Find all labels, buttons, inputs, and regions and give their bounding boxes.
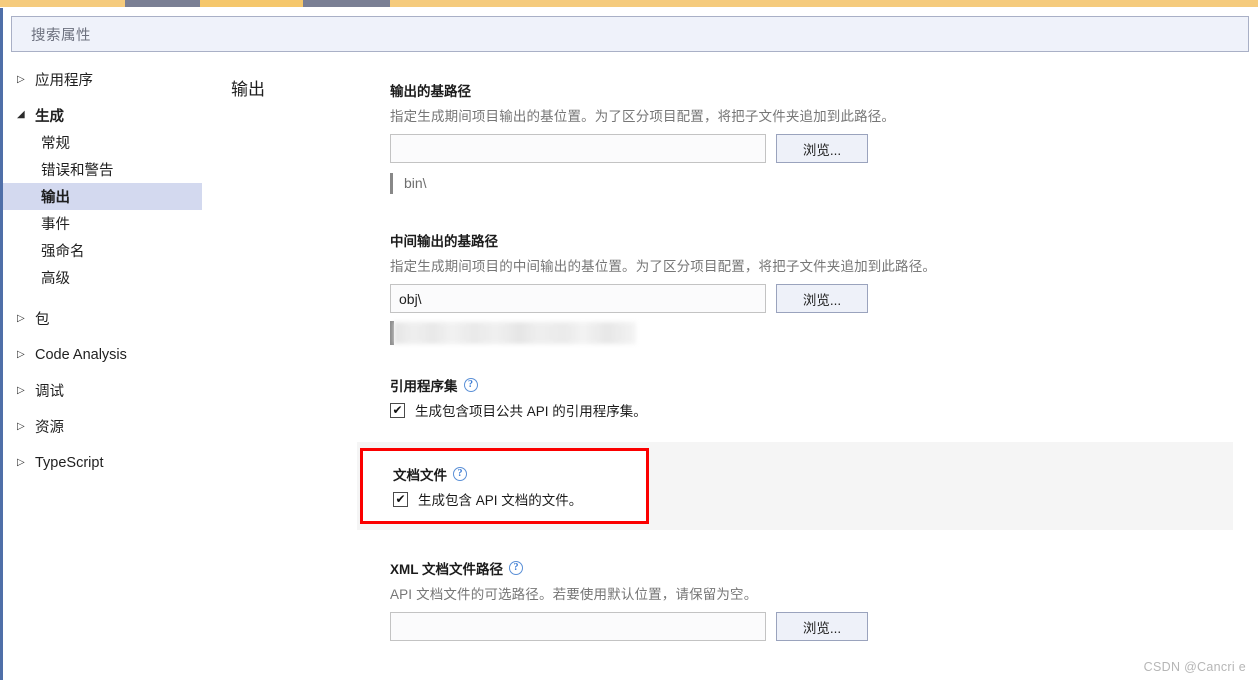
- tab-segment-inactive-2[interactable]: [303, 0, 390, 7]
- sidebar-item-label: 输出: [41, 190, 70, 206]
- checkbox-row[interactable]: ✔ 生成包含项目公共 API 的引用程序集。: [390, 400, 1250, 420]
- checkbox-label: 生成包含 API 文档的文件。: [418, 493, 583, 508]
- sidebar-item-label: Code Analysis: [35, 346, 127, 363]
- input-row: 浏览...: [390, 612, 1250, 641]
- chevron-right-icon[interactable]: [17, 350, 33, 360]
- sidebar-item-events[interactable]: 事件: [3, 210, 202, 237]
- tab-segment-right[interactable]: [390, 0, 1258, 7]
- field-label-text: 中间输出的基路径: [390, 234, 498, 249]
- field-label: XML 文档文件路径 ?: [390, 558, 1250, 578]
- field-xml-documentation-file-path: XML 文档文件路径 ? API 文档文件的可选路径。若要使用默认位置，请保留为…: [390, 558, 1250, 641]
- help-icon[interactable]: ?: [453, 467, 467, 481]
- browse-button[interactable]: 浏览...: [776, 134, 868, 163]
- sidebar-item-label: 高级: [41, 271, 70, 287]
- sidebar-item-build[interactable]: 生成: [3, 102, 202, 129]
- field-label-text: 文档文件: [393, 468, 447, 483]
- intermediate-output-base-path-input[interactable]: [390, 284, 766, 313]
- field-description: 指定生成期间项目输出的基位置。为了区分项目配置，将把子文件夹追加到此路径。: [390, 109, 896, 124]
- hint-text: bin\: [404, 175, 427, 191]
- output-base-path-input[interactable]: [390, 134, 766, 163]
- field-description: API 文档文件的可选路径。若要使用默认位置，请保留为空。: [390, 587, 758, 602]
- sidebar-item-typescript[interactable]: TypeScript: [3, 449, 202, 476]
- sidebar-item-package[interactable]: 包: [3, 305, 202, 332]
- app-window: 搜索属性 应用程序 生成 常规 错误和警告 输出 事件 强命名 高级: [0, 0, 1258, 682]
- page-title: 输出: [231, 80, 265, 99]
- field-label: 文档文件 ?: [393, 464, 582, 484]
- tab-strip-underline: [0, 7, 1258, 8]
- xml-documentation-file-path-input[interactable]: [390, 612, 766, 641]
- browse-button[interactable]: 浏览...: [776, 284, 868, 313]
- checkbox-row[interactable]: ✔ 生成包含 API 文档的文件。: [393, 489, 582, 509]
- input-row: 浏览...: [390, 134, 1250, 163]
- browse-button[interactable]: 浏览...: [776, 612, 868, 641]
- sidebar-item-code-analysis[interactable]: Code Analysis: [3, 341, 202, 368]
- checkbox-label: 生成包含项目公共 API 的引用程序集。: [415, 404, 647, 419]
- tab-segment-left[interactable]: [0, 0, 125, 7]
- sidebar-item-label: 事件: [41, 217, 70, 233]
- tab-segment-active[interactable]: [200, 0, 303, 7]
- chevron-right-icon[interactable]: [17, 314, 33, 324]
- default-value-hint-redacted: [390, 321, 1250, 345]
- chevron-right-icon[interactable]: [17, 386, 33, 396]
- sidebar-item-general[interactable]: 常规: [3, 129, 202, 156]
- settings-category-tree: 应用程序 生成 常规 错误和警告 输出 事件 强命名 高级 包: [3, 66, 202, 682]
- help-icon[interactable]: ?: [509, 561, 524, 575]
- field-gap: [390, 345, 1250, 375]
- search-properties-input[interactable]: 搜索属性: [11, 16, 1249, 52]
- chevron-right-icon[interactable]: [17, 422, 33, 432]
- field-label: 中间输出的基路径: [390, 230, 1250, 250]
- documentation-file-checkbox[interactable]: ✔: [393, 491, 408, 507]
- tab-segment-inactive-1[interactable]: [125, 0, 200, 7]
- hint-accent-bar: [390, 172, 393, 194]
- settings-field-list: 输出的基路径 指定生成期间项目输出的基位置。为了区分项目配置，将把子文件夹追加到…: [357, 80, 1250, 641]
- sidebar-item-label: TypeScript: [35, 454, 104, 471]
- sidebar-item-label: 调试: [35, 384, 64, 400]
- sidebar-item-advanced[interactable]: 高级: [3, 264, 202, 291]
- field-reference-assemblies: 引用程序集 ? ✔ 生成包含项目公共 API 的引用程序集。: [390, 375, 1250, 420]
- sidebar-item-label: 包: [35, 312, 50, 328]
- tab-strip: [0, 0, 1258, 7]
- reference-assemblies-checkbox[interactable]: ✔: [390, 402, 405, 418]
- chevron-right-icon[interactable]: [17, 75, 33, 85]
- field-label-text: XML 文档文件路径: [390, 562, 504, 577]
- sidebar-item-label: 资源: [35, 420, 64, 436]
- sidebar-item-label: 常规: [41, 136, 70, 152]
- sidebar-item-debug[interactable]: 调试: [3, 377, 202, 404]
- sidebar-item-output[interactable]: 输出: [3, 183, 202, 210]
- field-label-text: 引用程序集: [390, 379, 458, 394]
- field-output-base-path: 输出的基路径 指定生成期间项目输出的基位置。为了区分项目配置，将把子文件夹追加到…: [390, 80, 1250, 194]
- field-gap: [390, 194, 1250, 230]
- settings-detail-pane: 输出 输出的基路径 指定生成期间项目输出的基位置。为了区分项目配置，将把子文件夹…: [202, 62, 1258, 682]
- field-description: 指定生成期间项目的中间输出的基位置。为了区分项目配置，将把子文件夹追加到此路径。: [390, 259, 936, 274]
- sidebar-item-errors-and-warnings[interactable]: 错误和警告: [3, 156, 202, 183]
- redacted-hint-text: [394, 322, 636, 344]
- field-documentation-file-wrapper: 文档文件 ? ✔ 生成包含 API 文档的文件。: [357, 442, 1250, 558]
- sidebar-item-application[interactable]: 应用程序: [3, 66, 202, 93]
- sidebar-item-strong-naming[interactable]: 强命名: [3, 237, 202, 264]
- chevron-right-icon[interactable]: [17, 458, 33, 468]
- sidebar-item-label: 应用程序: [35, 73, 93, 89]
- sidebar-item-resources[interactable]: 资源: [3, 413, 202, 440]
- field-label-text: 输出的基路径: [390, 84, 471, 99]
- field-intermediate-output-base-path: 中间输出的基路径 指定生成期间项目的中间输出的基位置。为了区分项目配置，将把子文…: [390, 230, 1250, 345]
- help-icon[interactable]: ?: [463, 378, 478, 392]
- sidebar-item-label: 强命名: [41, 244, 85, 260]
- search-input-placeholder: 搜索属性: [31, 27, 91, 44]
- sidebar-item-label: 错误和警告: [41, 163, 114, 179]
- watermark: CSDN @Cancri e: [1143, 660, 1246, 674]
- field-label: 引用程序集 ?: [390, 375, 1250, 395]
- sidebar-item-label: 生成: [35, 109, 64, 125]
- default-value-hint: bin\: [390, 172, 1250, 194]
- input-row: 浏览...: [390, 284, 1250, 313]
- chevron-down-icon[interactable]: [17, 111, 33, 121]
- field-documentation-file: 文档文件 ? ✔ 生成包含 API 文档的文件。: [393, 464, 582, 509]
- field-label: 输出的基路径: [390, 80, 1250, 100]
